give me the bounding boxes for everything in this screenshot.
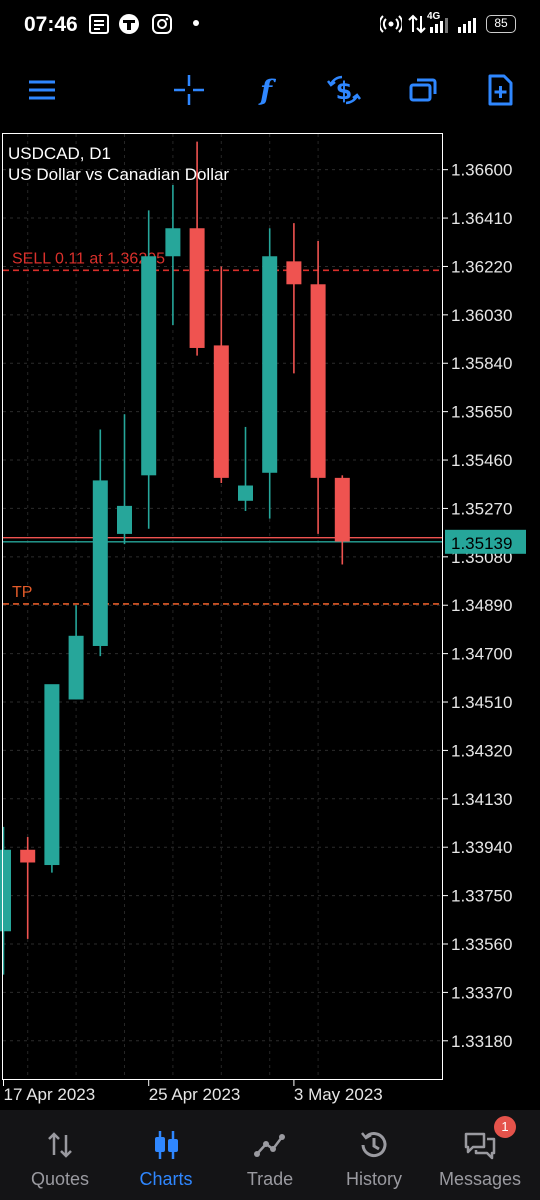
price-tick-label: 1.36410 (451, 209, 512, 228)
time-tick-label: 25 Apr 2023 (149, 1085, 241, 1104)
price-tick-label: 1.33560 (451, 935, 512, 954)
price-tick-label: 1.33940 (451, 838, 512, 857)
price-axis: 1.36600 1.36410 1.36220 1.36030 1.35840 1.356… (442, 161, 526, 1051)
price-tick-label: 1.35840 (451, 354, 512, 373)
price-tick-label: 1.33180 (451, 1032, 512, 1051)
messages-chat-icon (464, 1132, 496, 1160)
price-tick-label: 1.34320 (451, 741, 512, 760)
nav-charts-label: Charts (139, 1169, 193, 1189)
price-tick-label: 1.35270 (451, 499, 512, 518)
charts-candles-icon (155, 1131, 178, 1159)
price-tick-label: 1.34700 (451, 645, 512, 664)
nav-messages-label: Messages (438, 1169, 522, 1189)
price-tick-label: 1.33750 (451, 887, 512, 906)
history-clock-icon (361, 1132, 387, 1158)
trade-line-icon (254, 1134, 285, 1157)
price-tick-label: 1.35650 (451, 403, 512, 422)
price-tick-label: 1.35460 (451, 451, 512, 470)
time-axis: 17 Apr 2023 25 Apr 2023 3 May 2023 (3, 1080, 383, 1104)
price-tick-label: 1.36220 (451, 257, 512, 276)
nav-quotes-label: Quotes (30, 1169, 90, 1189)
price-tick-label: 1.36600 (451, 161, 512, 180)
price-tick-label: 1.33370 (451, 983, 512, 1002)
time-tick-label: 3 May 2023 (294, 1085, 383, 1104)
nav-messages[interactable]: 1 Messages (426, 1110, 534, 1200)
current-price-label: 1.35139 (451, 534, 512, 553)
chart-frame (2, 133, 443, 1080)
quotes-arrows-icon (48, 1132, 72, 1158)
nav-history[interactable]: History (320, 1110, 428, 1200)
nav-history-label: History (345, 1169, 402, 1189)
price-tick-label: 1.34130 (451, 790, 512, 809)
chart-title: USDCAD, D1 US Dollar vs Canadian Dollar (8, 143, 229, 185)
nav-quotes[interactable]: Quotes (6, 1110, 114, 1200)
messages-badge: 1 (494, 1116, 516, 1138)
price-tick-label: 1.34510 (451, 693, 512, 712)
price-tick-label: 1.34890 (451, 596, 512, 615)
nav-charts[interactable]: Charts (112, 1110, 220, 1200)
price-tick-label: 1.36030 (451, 306, 512, 325)
nav-trade-label: Trade (246, 1169, 294, 1189)
chart-symbol: USDCAD, D1 (8, 144, 111, 163)
chart-description: US Dollar vs Canadian Dollar (8, 165, 230, 184)
nav-trade[interactable]: Trade (216, 1110, 324, 1200)
time-tick-label: 17 Apr 2023 (4, 1085, 96, 1104)
bottom-navigation: Quotes Charts Trade History 1 Messages (0, 1110, 540, 1200)
